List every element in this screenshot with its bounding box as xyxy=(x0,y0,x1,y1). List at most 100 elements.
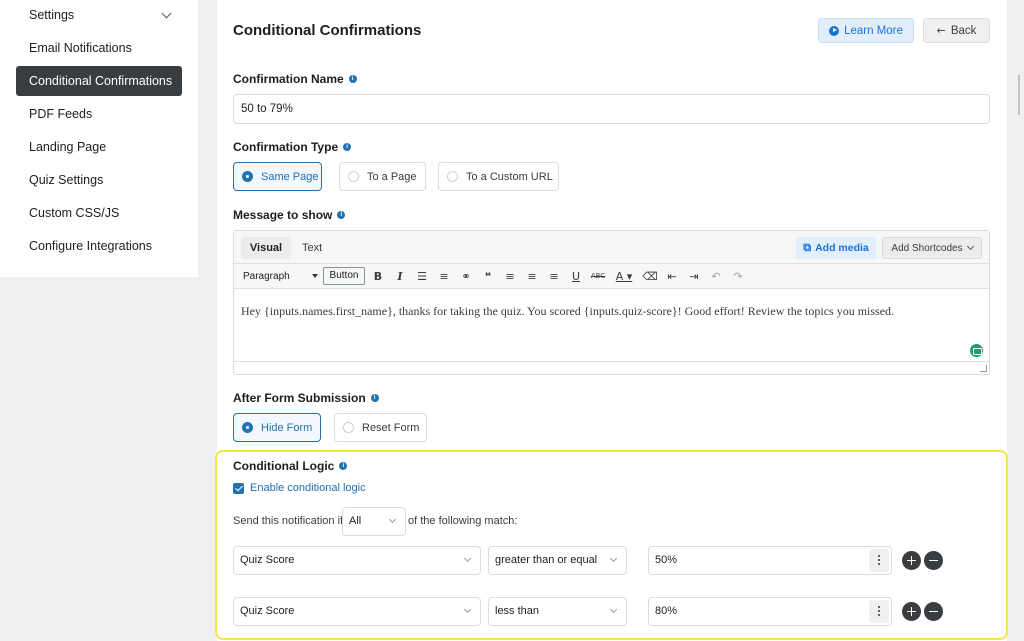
remove-rule-button[interactable] xyxy=(924,551,943,570)
editor-header: Visual Text ⧉ Add media Add Shortcodes xyxy=(234,231,989,264)
more-options-icon[interactable] xyxy=(869,600,889,623)
strikethrough-icon[interactable]: ABC xyxy=(590,268,606,285)
sidebar-item-settings[interactable]: Settings xyxy=(16,0,182,30)
enable-conditional-logic-label[interactable]: Enable conditional logic xyxy=(250,482,366,494)
radio-label: To a Custom URL xyxy=(466,170,553,183)
sidebar-item-custom-css-js[interactable]: Custom CSS/JS xyxy=(16,198,182,228)
tab-visual[interactable]: Visual xyxy=(241,237,291,259)
grammarly-icon[interactable] xyxy=(970,344,983,357)
sidebar-item-configure-integrations[interactable]: Configure Integrations xyxy=(16,231,182,261)
sidebar-item-label: Quiz Settings xyxy=(29,173,104,187)
play-icon xyxy=(829,25,840,36)
rule-field-select[interactable]: Quiz Score xyxy=(233,546,481,575)
numbered-list-icon[interactable]: ≡ xyxy=(436,268,452,285)
page-title: Conditional Confirmations xyxy=(233,22,422,39)
underline-icon[interactable]: U xyxy=(568,268,584,285)
chevron-down-icon xyxy=(161,8,172,19)
outdent-icon[interactable]: ⇤ xyxy=(664,268,680,285)
chevron-down-icon xyxy=(966,242,974,251)
add-media-button[interactable]: ⧉ Add media xyxy=(796,237,876,259)
chevron-down-icon xyxy=(609,605,618,614)
bullet-list-icon[interactable]: ☰ xyxy=(414,268,430,285)
sidebar-item-pdf-feeds[interactable]: PDF Feeds xyxy=(16,99,182,129)
sidebar-item-label: Settings xyxy=(29,8,75,22)
sidebar-item-label: Conditional Confirmations xyxy=(29,74,173,88)
after-submission-label-text: After Form Submission xyxy=(233,391,366,405)
editor-footer xyxy=(234,361,989,374)
chevron-down-icon xyxy=(609,554,618,563)
align-right-icon[interactable]: ≡ xyxy=(546,268,562,285)
align-center-icon[interactable]: ≡ xyxy=(524,268,540,285)
rule-operator-select[interactable]: less than xyxy=(488,597,627,626)
sidebar-item-label: PDF Feeds xyxy=(29,107,93,121)
radio-label: Reset Form xyxy=(362,421,420,434)
message-label: Message to show i xyxy=(233,208,346,222)
info-icon[interactable]: i xyxy=(343,143,352,151)
rule-value-text: 50% xyxy=(655,554,678,566)
learn-more-button[interactable]: Learn More xyxy=(818,18,914,43)
redo-icon[interactable]: ↷ xyxy=(730,268,746,285)
chevron-down-icon xyxy=(388,515,397,524)
radio-hide-form[interactable]: Hide Form xyxy=(233,413,321,442)
sidebar-item-email-notifications[interactable]: Email Notifications xyxy=(16,33,182,63)
rule-operator-value: less than xyxy=(495,605,540,617)
sidebar-item-label: Configure Integrations xyxy=(29,239,152,253)
sidebar-item-label: Landing Page xyxy=(29,140,107,154)
sidebar-item-label: Email Notifications xyxy=(29,41,132,55)
sidebar-item-conditional-confirmations[interactable]: Conditional Confirmations xyxy=(16,66,182,96)
bold-icon[interactable]: B xyxy=(370,268,386,285)
add-shortcodes-button[interactable]: Add Shortcodes xyxy=(882,237,982,259)
radio-label: Same Page xyxy=(261,170,319,183)
rule-value-text: 80% xyxy=(655,605,678,617)
radio-label: To a Page xyxy=(367,170,417,183)
add-media-label: Add media xyxy=(815,242,869,254)
rule-operator-select[interactable]: greater than or equal xyxy=(488,546,627,575)
radio-same-page[interactable]: Same Page xyxy=(233,162,322,191)
resize-handle-icon[interactable] xyxy=(980,365,987,372)
link-icon[interactable]: ⚭ xyxy=(458,268,474,285)
back-button[interactable]: ← Back xyxy=(923,18,990,43)
enable-conditional-logic-checkbox[interactable] xyxy=(233,483,244,494)
media-icon: ⧉ xyxy=(803,241,812,254)
paragraph-select[interactable]: Paragraph xyxy=(238,268,322,285)
blockquote-icon[interactable]: ❝ xyxy=(480,268,496,285)
tab-text[interactable]: Text xyxy=(302,237,322,259)
more-options-icon[interactable] xyxy=(869,549,889,572)
rule-value-input[interactable]: 80% xyxy=(648,597,892,626)
confirmation-type-label-text: Confirmation Type xyxy=(233,140,339,154)
confirmation-name-input[interactable]: 50 to 79% xyxy=(233,94,990,124)
info-icon[interactable]: i xyxy=(370,394,379,402)
radio-to-a-custom-url[interactable]: To a Custom URL xyxy=(438,162,559,191)
clear-format-icon[interactable]: ⌫ xyxy=(642,268,658,285)
info-icon[interactable]: i xyxy=(337,211,346,219)
insert-button-button[interactable]: Button xyxy=(323,267,365,285)
chevron-down-icon xyxy=(463,554,472,563)
sidebar-item-landing-page[interactable]: Landing Page xyxy=(16,132,182,162)
editor-toolbar: Paragraph Button B I ☰ ≡ ⚭ ❝ ≡ ≡ ≡ U ABC… xyxy=(234,264,989,289)
radio-reset-form[interactable]: Reset Form xyxy=(334,413,427,442)
confirmation-type-label: Confirmation Type i xyxy=(233,140,352,154)
text-color-icon[interactable]: A ▾ xyxy=(612,268,636,285)
sidebar-item-quiz-settings[interactable]: Quiz Settings xyxy=(16,165,182,195)
indent-icon[interactable]: ⇥ xyxy=(686,268,702,285)
rule-value-input[interactable]: 50% xyxy=(648,546,892,575)
sidebar-item-label: Custom CSS/JS xyxy=(29,206,120,220)
page-scrollbar[interactable] xyxy=(1018,75,1020,115)
editor-content[interactable]: Hey {inputs.names.first_name}, thanks fo… xyxy=(241,304,894,319)
remove-rule-button[interactable] xyxy=(924,602,943,621)
send-notification-suffix: of the following match: xyxy=(408,515,518,527)
radio-selected-icon xyxy=(242,422,253,433)
add-shortcodes-label: Add Shortcodes xyxy=(891,242,963,254)
rich-text-editor: Visual Text ⧉ Add media Add Shortcodes P… xyxy=(233,230,990,375)
undo-icon[interactable]: ↶ xyxy=(708,268,724,285)
add-rule-button[interactable] xyxy=(902,551,921,570)
radio-to-a-page[interactable]: To a Page xyxy=(339,162,426,191)
match-select[interactable]: All xyxy=(342,507,406,536)
add-rule-button[interactable] xyxy=(902,602,921,621)
align-left-icon[interactable]: ≡ xyxy=(502,268,518,285)
dropdown-arrow-icon xyxy=(312,274,318,278)
rule-field-select[interactable]: Quiz Score xyxy=(233,597,481,626)
info-icon[interactable]: i xyxy=(348,75,357,83)
italic-icon[interactable]: I xyxy=(392,268,408,285)
after-submission-label: After Form Submission i xyxy=(233,391,379,405)
